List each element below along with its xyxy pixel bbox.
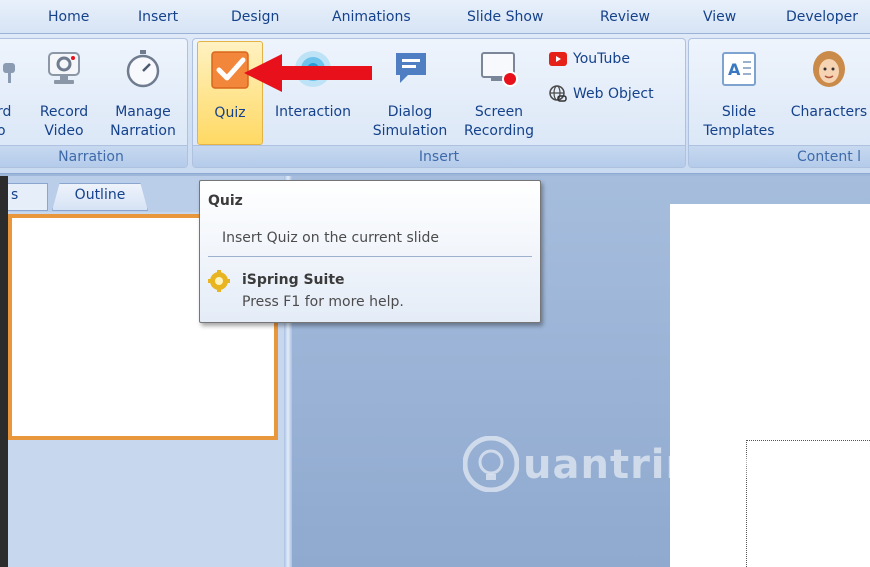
quiz-label: Quiz <box>214 105 246 121</box>
speech-bubble-icon <box>396 53 426 83</box>
slide-templates-label-2: Templates <box>703 123 775 139</box>
record-video-label-2: Video <box>44 123 84 139</box>
tab-slides[interactable]: s <box>8 183 48 211</box>
screen-recording-label-2: Recording <box>463 123 535 139</box>
slide-templates-label-1: Slide <box>721 104 757 120</box>
group-label-content: Content l <box>689 145 870 167</box>
tab-outline[interactable]: Outline <box>52 183 148 211</box>
manage-narration-label-2: Narration <box>110 123 176 139</box>
characters-label: Characters <box>790 104 868 120</box>
manage-narration-button[interactable]: Manage Narration <box>107 41 179 143</box>
group-content-library: A Slide Templates Characters Content l <box>688 38 870 168</box>
youtube-icon <box>549 52 567 66</box>
webcam-icon <box>48 52 80 84</box>
youtube-button[interactable]: YouTube <box>549 51 630 67</box>
record-audio-button[interactable]: rd o <box>0 41 23 143</box>
screen-recording-label-1: Screen <box>474 104 524 120</box>
tooltip-separator <box>208 256 532 257</box>
tooltip-title: Quiz <box>208 193 243 209</box>
slide-templates-button[interactable]: A Slide Templates <box>697 41 781 143</box>
dialog-simulation-label-2: Simulation <box>372 123 448 139</box>
quiz-tooltip: Quiz Insert Quiz on the current slide iS… <box>199 180 541 323</box>
red-arrow-icon <box>244 54 372 92</box>
manage-narration-label-1: Manage <box>115 104 171 120</box>
web-object-button[interactable]: Web Object <box>549 85 654 103</box>
tab-slide-show[interactable]: Slide Show <box>467 9 543 25</box>
slide-canvas[interactable] <box>670 204 870 567</box>
character-face-icon <box>813 51 845 87</box>
screen-recording-button[interactable]: Screen Recording <box>457 41 541 143</box>
record-audio-label-1: rd <box>0 104 12 120</box>
tab-insert[interactable]: Insert <box>138 9 178 25</box>
globe-link-icon <box>549 85 567 102</box>
tab-home[interactable]: Home <box>48 9 89 25</box>
tab-review[interactable]: Review <box>600 9 650 25</box>
watermark-logo-icon <box>463 436 519 492</box>
dialog-simulation-label-1: Dialog <box>387 104 433 120</box>
record-video-button[interactable]: Record Video <box>33 41 95 143</box>
svg-text:A: A <box>728 60 741 79</box>
slide-template-icon: A <box>722 52 756 86</box>
tooltip-help: Press F1 for more help. <box>242 294 404 310</box>
tooltip-brand: iSpring Suite <box>242 272 345 288</box>
watermark-text: uantrimang <box>523 442 796 488</box>
screen-record-icon <box>481 52 518 87</box>
record-video-label-1: Record <box>39 104 89 120</box>
ispring-gear-icon <box>208 270 230 292</box>
watermark: uantrimang <box>463 430 796 500</box>
ribbon-tab-bar: Home Insert Design Animations Slide Show… <box>0 0 870 34</box>
tab-animations[interactable]: Animations <box>332 9 411 25</box>
ribbon: rd o Record Video Ma <box>0 34 870 174</box>
record-audio-label-2: o <box>0 122 23 141</box>
dialog-simulation-button[interactable]: Dialog Simulation <box>361 41 459 143</box>
youtube-label: YouTube <box>573 51 630 67</box>
tab-developer[interactable]: Developer <box>786 9 858 25</box>
group-label-narration: Narration <box>0 145 187 167</box>
window-left-edge <box>0 176 8 567</box>
tooltip-description: Insert Quiz on the current slide <box>222 230 440 246</box>
tab-view[interactable]: View <box>703 9 736 25</box>
microphone-icon <box>3 63 15 83</box>
group-label-insert: Insert <box>193 145 685 167</box>
characters-button[interactable]: Characters <box>783 41 870 143</box>
stopwatch-icon <box>126 50 160 88</box>
web-object-label: Web Object <box>573 86 654 102</box>
group-narration: rd o Record Video Ma <box>0 38 188 168</box>
tab-design[interactable]: Design <box>231 9 279 25</box>
interaction-label: Interaction <box>275 104 351 120</box>
